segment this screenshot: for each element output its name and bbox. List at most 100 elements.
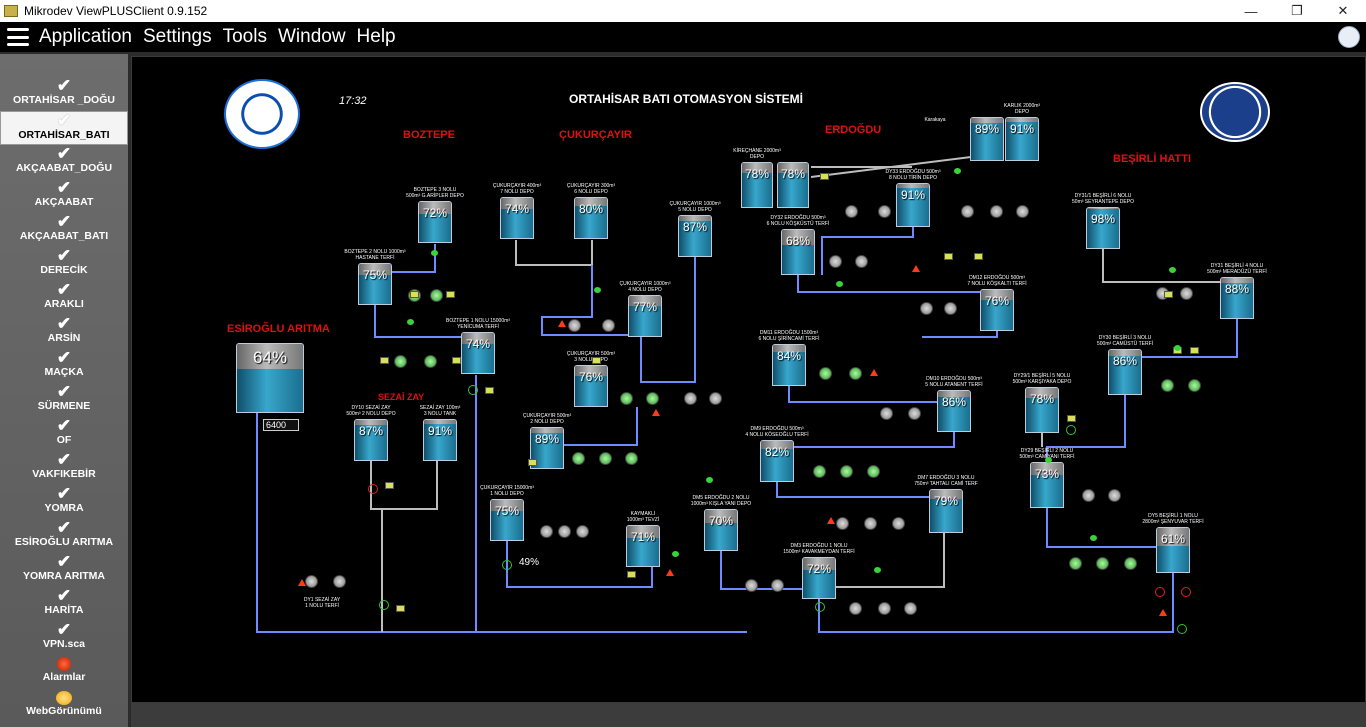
pump-icon[interactable] [878, 602, 891, 615]
tank-kirechane1[interactable]: 78% [741, 162, 773, 208]
sidebar-item-16[interactable]: ✔ VPN.sca [0, 621, 128, 655]
pump-icon[interactable] [684, 392, 697, 405]
sidebar-item-13[interactable]: ✔ ESİROĞLU ARITMA [0, 519, 128, 553]
sidebar-item-3[interactable]: ✔ AKÇAABAT [0, 179, 128, 213]
tank-cuk7[interactable]: 74% [500, 197, 534, 239]
tank-cuk1[interactable]: 75% [490, 499, 524, 541]
valve-icon[interactable] [1177, 624, 1187, 634]
valve-icon[interactable] [368, 484, 378, 494]
pump-icon[interactable] [813, 465, 826, 478]
valve-icon[interactable] [502, 560, 512, 570]
sidebar-item-12[interactable]: ✔ YOMRA [0, 485, 128, 519]
valve-icon[interactable] [815, 602, 825, 612]
sidebar-item-4[interactable]: ✔ AKÇAABAT_BATI [0, 213, 128, 247]
tank-esiroglu[interactable]: 64% [236, 343, 304, 413]
tank-dy31[interactable]: 98% [1086, 207, 1120, 249]
pump-icon[interactable] [599, 452, 612, 465]
menu-application[interactable]: Application [39, 26, 132, 48]
close-button[interactable]: ✕ [1320, 0, 1366, 22]
maximize-button[interactable]: ❐ [1274, 0, 1320, 22]
pump-icon[interactable] [1188, 379, 1201, 392]
pump-icon[interactable] [572, 452, 585, 465]
tank-karlik2[interactable]: 91% [1005, 117, 1039, 161]
pump-icon[interactable] [424, 355, 437, 368]
pump-icon[interactable] [1124, 557, 1137, 570]
pump-icon[interactable] [878, 205, 891, 218]
tank-dy32[interactable]: 68% [781, 229, 815, 275]
pump-icon[interactable] [558, 525, 571, 538]
tank-dy30[interactable]: 86% [1108, 349, 1142, 395]
tank-dy5[interactable]: 61% [1156, 527, 1190, 573]
pump-icon[interactable] [1096, 557, 1109, 570]
pump-icon[interactable] [1161, 379, 1174, 392]
tank-dm5[interactable]: 70% [704, 509, 738, 551]
sidebar-item-17[interactable]: Alarmlar [0, 655, 128, 689]
sidebar-item-15[interactable]: ✔ HARİTA [0, 587, 128, 621]
hamburger-menu-icon[interactable] [7, 28, 29, 46]
pump-icon[interactable] [845, 205, 858, 218]
pump-icon[interactable] [944, 302, 957, 315]
pump-icon[interactable] [849, 602, 862, 615]
sidebar-item-0[interactable]: ✔ ORTAHİSAR _DOĞU [0, 77, 128, 111]
sidebar-item-11[interactable]: ✔ VAKFIKEBİR [0, 451, 128, 485]
sidebar-item-18[interactable]: WebGörünümü [0, 689, 128, 723]
tank-cuk3[interactable]: 76% [574, 365, 608, 407]
pump-icon[interactable] [1180, 287, 1193, 300]
pump-icon[interactable] [540, 525, 553, 538]
pump-icon[interactable] [394, 355, 407, 368]
tank-dy10[interactable]: 87% [354, 419, 388, 461]
menu-help[interactable]: Help [357, 26, 396, 48]
menu-settings[interactable]: Settings [143, 26, 212, 48]
pump-icon[interactable] [646, 392, 659, 405]
tank-dm9[interactable]: 82% [760, 440, 794, 482]
pump-icon[interactable] [829, 255, 842, 268]
tank-kirechane2[interactable]: 78% [777, 162, 809, 208]
sidebar-item-10[interactable]: ✔ OF [0, 417, 128, 451]
tank-cuk4[interactable]: 77% [628, 295, 662, 337]
tank-dy29_1[interactable]: 78% [1025, 387, 1059, 433]
pump-icon[interactable] [709, 392, 722, 405]
pump-icon[interactable] [867, 465, 880, 478]
sidebar-item-5[interactable]: ✔ DERECİK [0, 247, 128, 281]
valve-icon[interactable] [379, 600, 389, 610]
tank-dy33[interactable]: 91% [896, 183, 930, 227]
tank-kaymakli[interactable]: 71% [626, 525, 660, 567]
tank-sezaizay100[interactable]: 91% [423, 419, 457, 461]
valve-icon[interactable] [1066, 425, 1076, 435]
valve-icon[interactable] [1181, 587, 1191, 597]
sidebar-item-9[interactable]: ✔ SÜRMENE [0, 383, 128, 417]
tank-dm10[interactable]: 86% [937, 390, 971, 432]
pump-icon[interactable] [904, 602, 917, 615]
pump-icon[interactable] [602, 319, 615, 332]
pump-icon[interactable] [333, 575, 346, 588]
pump-icon[interactable] [880, 407, 893, 420]
tank-dm3[interactable]: 72% [802, 557, 836, 599]
pump-icon[interactable] [819, 367, 832, 380]
valve-icon[interactable] [1155, 587, 1165, 597]
pump-icon[interactable] [836, 517, 849, 530]
user-icon[interactable] [1338, 26, 1360, 48]
pump-icon[interactable] [908, 407, 921, 420]
tank-dm12[interactable]: 76% [980, 289, 1014, 331]
menu-window[interactable]: Window [278, 26, 346, 48]
pump-icon[interactable] [430, 289, 443, 302]
tank-boztepe1[interactable]: 74% [461, 332, 495, 374]
sidebar-item-6[interactable]: ✔ ARAKLI [0, 281, 128, 315]
pump-icon[interactable] [620, 392, 633, 405]
sidebar-item-8[interactable]: ✔ MAÇKA [0, 349, 128, 383]
menu-tools[interactable]: Tools [223, 26, 267, 48]
tank-dy29[interactable]: 73% [1030, 462, 1064, 508]
sidebar-item-1[interactable]: ✔ ORTAHİSAR_BATI [0, 111, 128, 145]
pump-icon[interactable] [849, 367, 862, 380]
pump-icon[interactable] [864, 517, 877, 530]
pump-icon[interactable] [892, 517, 905, 530]
pump-icon[interactable] [1082, 489, 1095, 502]
sidebar-item-14[interactable]: ✔ YOMRA ARITMA [0, 553, 128, 587]
pump-icon[interactable] [576, 525, 589, 538]
tank-boztepe2[interactable]: 75% [358, 263, 392, 305]
tank-dm7[interactable]: 79% [929, 489, 963, 533]
pump-icon[interactable] [305, 575, 318, 588]
flow-value-box[interactable]: 6400 [263, 419, 299, 431]
pump-icon[interactable] [920, 302, 933, 315]
pump-icon[interactable] [568, 319, 581, 332]
